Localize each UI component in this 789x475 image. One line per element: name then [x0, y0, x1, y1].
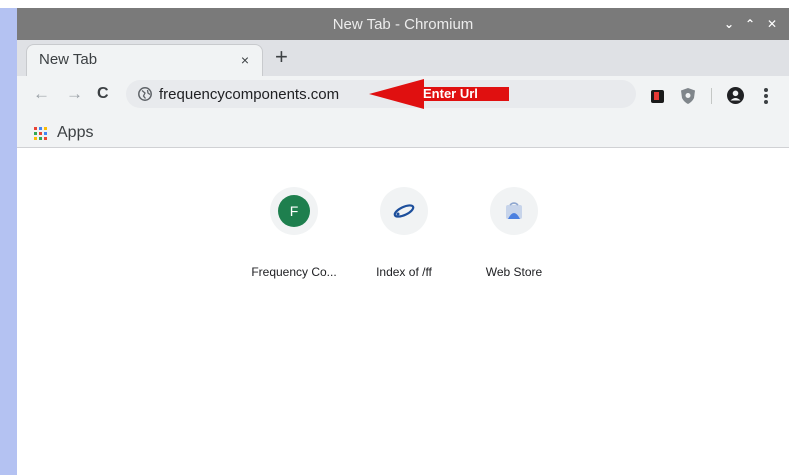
url-text[interactable]: frequencycomponents.com	[159, 86, 339, 103]
extension-icon[interactable]	[651, 90, 664, 103]
shortcut-title: Index of /ff	[376, 265, 432, 279]
toolbar-separator	[711, 88, 712, 104]
apps-bookmark[interactable]: Apps	[57, 124, 93, 142]
address-bar[interactable]: frequencycomponents.com Enter Url	[126, 79, 636, 109]
desktop-background	[0, 0, 17, 475]
shortcut-icon-background	[490, 187, 538, 235]
window-title: New Tab - Chromium	[332, 16, 474, 33]
apps-grid-icon[interactable]	[34, 127, 47, 140]
account-icon[interactable]	[727, 87, 744, 104]
shortcut-tile[interactable]: F Frequency Co...	[238, 148, 350, 279]
browser-window: New Tab - Chromium ⌄ ⌃ ✕ New Tab × + ← →…	[17, 8, 789, 475]
tab-close-button[interactable]: ×	[241, 52, 249, 68]
toolbar: ← → C frequencycomponents.com Enter Url	[17, 76, 789, 112]
frequency-favicon-icon: F	[278, 195, 310, 227]
title-bar[interactable]: New Tab - Chromium ⌄ ⌃ ✕	[17, 8, 789, 40]
shield-extension-icon[interactable]	[681, 88, 695, 104]
menu-icon[interactable]	[764, 88, 768, 104]
tab-title: New Tab	[39, 51, 98, 68]
shortcut-tile[interactable]: Index of /ff	[348, 148, 460, 279]
back-button[interactable]: ←	[33, 84, 50, 104]
tab-new-tab[interactable]: New Tab ×	[26, 44, 263, 76]
shortcut-icon-background	[380, 187, 428, 235]
shortcut-title: Frequency Co...	[251, 265, 337, 279]
forward-button[interactable]: →	[66, 84, 83, 104]
annotation-label: Enter Url	[423, 86, 478, 101]
globe-icon	[138, 87, 152, 101]
reload-button[interactable]: C	[97, 84, 109, 104]
bookmarks-bar: Apps	[17, 112, 789, 148]
close-window-button[interactable]: ✕	[767, 17, 777, 31]
minimize-button[interactable]: ⌄	[724, 17, 734, 31]
maximize-button[interactable]: ⌃	[745, 17, 755, 31]
new-tab-button[interactable]: +	[275, 45, 288, 69]
tab-strip: New Tab × +	[17, 40, 789, 76]
web-store-icon	[506, 202, 522, 219]
new-tab-page: F Frequency Co... Index of /ff Web Store	[17, 148, 789, 475]
shortcut-tile[interactable]: Web Store	[458, 148, 570, 279]
shortcut-icon-background: F	[270, 187, 318, 235]
index-favicon-icon	[393, 204, 415, 218]
desktop-top-margin	[0, 0, 789, 8]
shortcut-title: Web Store	[485, 265, 543, 279]
